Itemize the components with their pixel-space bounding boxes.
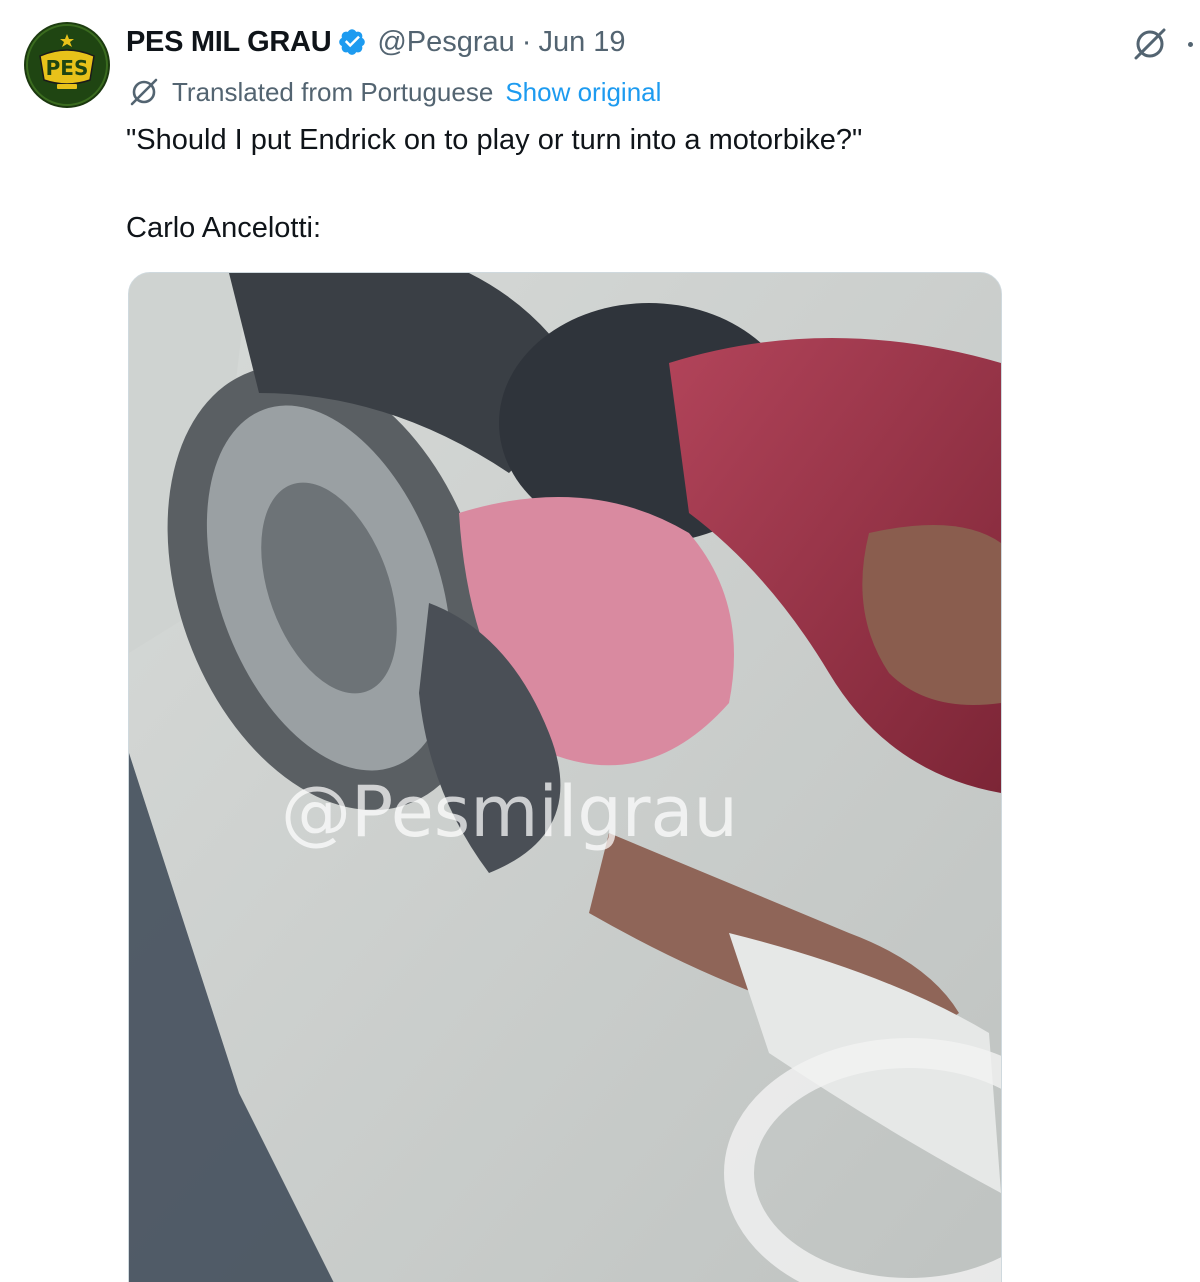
tweet[interactable]: PES PES MIL GRAU @Pesgrau · Jun 19 Trans… [0,0,1200,1282]
video-watermark: @Pesmilgrau [281,771,738,853]
tweet-video[interactable]: @Pesmilgrau [128,272,1002,1282]
avatar-text: PES [46,56,89,80]
author-display-name[interactable]: PES MIL GRAU [126,26,332,59]
author-handle[interactable]: @Pesgrau [377,26,514,59]
author-avatar[interactable]: PES [24,22,110,108]
avatar-logo: PES [26,24,108,106]
grok-translate-icon [130,78,158,106]
more-icon [1188,42,1193,47]
tweet-header: PES MIL GRAU @Pesgrau · Jun 19 [126,22,626,62]
translated-from-label: Translated from Portuguese [172,76,494,107]
separator-dot: · [521,25,532,58]
grok-icon [1134,28,1166,60]
tweet-date[interactable]: Jun 19 [538,26,625,59]
verified-badge-icon[interactable] [337,27,367,57]
show-original-link[interactable]: Show original [505,77,661,108]
grok-button[interactable] [1128,22,1172,66]
tweet-text: "Should I put Endrick on to play or turn… [126,124,863,244]
more-button[interactable] [1182,26,1200,62]
translation-row: Translated from Portuguese Show original [126,72,661,112]
